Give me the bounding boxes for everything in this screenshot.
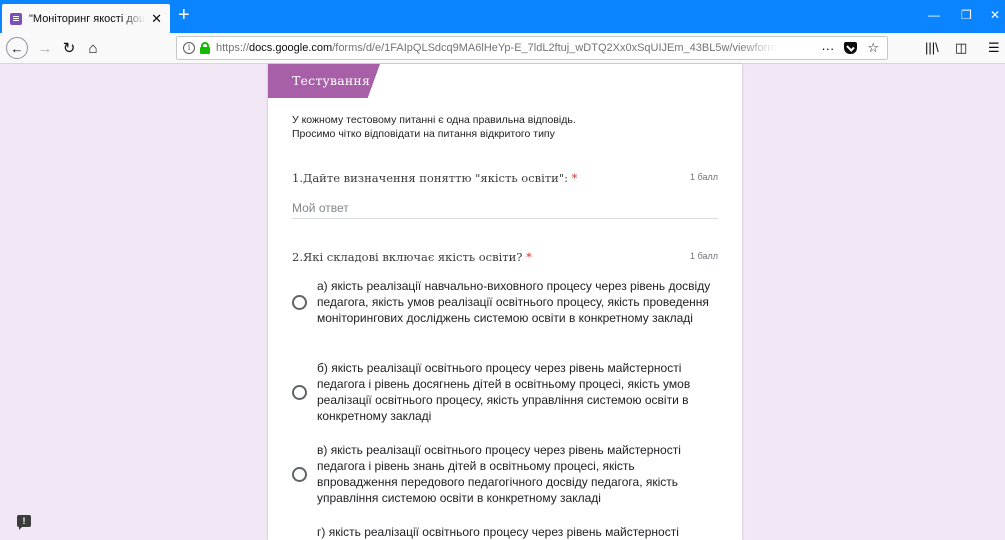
question-2-points: 1 балл bbox=[690, 251, 718, 261]
option-label: г) якість реалізації освітнього процесу … bbox=[317, 525, 679, 539]
url-path: /forms/d/e/1FAIpQLSdcq9MA6lHeYp-E_7ldL2f… bbox=[332, 42, 778, 54]
option-label: а) якість реалізації навчально-виховного… bbox=[317, 279, 711, 325]
description-line: Просимо чітко відповідати на питання від… bbox=[292, 128, 555, 140]
option-label: в) якість реалізації освітнього процесу … bbox=[317, 443, 681, 505]
home-button[interactable]: ⌂ bbox=[84, 37, 102, 59]
radio-button[interactable] bbox=[292, 466, 307, 482]
arrow-right-icon: → bbox=[37, 39, 53, 57]
option-label: б) якість реалізації освітнього процесу … bbox=[317, 361, 691, 423]
info-icon[interactable]: i bbox=[183, 42, 195, 54]
reload-icon: ↻ bbox=[62, 40, 76, 57]
question-2-title: 2.Які складові включає якість освіти? * bbox=[292, 250, 532, 264]
radio-button[interactable] bbox=[292, 384, 307, 400]
question-2-option-a[interactable]: а) якість реалізації навчально-виховного… bbox=[292, 278, 712, 326]
arrow-left-icon: ← bbox=[10, 40, 24, 56]
browser-tab-bar: "Моніторинг якості дошкільн ✕ + — ❐ ✕ bbox=[0, 0, 1005, 33]
question-2-option-b[interactable]: б) якість реалізації освітнього процесу … bbox=[292, 360, 712, 424]
question-1-answer-input[interactable] bbox=[292, 197, 718, 219]
form-card: Тестування У кожному тестовому питанні є… bbox=[268, 64, 742, 540]
feedback-icon[interactable]: ! bbox=[17, 515, 31, 530]
page-actions-menu-icon[interactable]: ··· bbox=[821, 41, 834, 56]
url-text[interactable]: https://docs.google.com/forms/d/e/1FAIpQ… bbox=[216, 42, 778, 54]
required-mark: * bbox=[526, 250, 532, 264]
forward-button[interactable]: → bbox=[36, 37, 54, 59]
window-restore-button[interactable]: ❐ bbox=[961, 8, 972, 22]
google-forms-favicon-icon bbox=[10, 12, 22, 25]
radio-button[interactable] bbox=[292, 294, 307, 310]
question-1-title: 1.Дайте визначення поняттю "якість освіт… bbox=[292, 171, 577, 185]
question-2-option-d[interactable]: г) якість реалізації освітнього процесу … bbox=[292, 524, 712, 540]
new-tab-button[interactable]: + bbox=[178, 5, 190, 25]
pocket-icon[interactable] bbox=[844, 42, 858, 54]
hamburger-menu-icon[interactable]: ☰ bbox=[988, 41, 1000, 55]
tab-close-icon[interactable]: ✕ bbox=[151, 12, 162, 25]
window-minimize-button[interactable]: — bbox=[928, 8, 940, 22]
url-scheme: https:// bbox=[216, 42, 250, 54]
browser-tab-active[interactable]: "Моніторинг якості дошкільн ✕ bbox=[2, 4, 170, 33]
sidebar-icon[interactable]: ◫ bbox=[955, 41, 967, 55]
home-icon: ⌂ bbox=[88, 39, 98, 57]
required-mark: * bbox=[571, 171, 578, 185]
description-line: У кожному тестовому питанні є одна прави… bbox=[292, 114, 576, 126]
back-button[interactable]: ← bbox=[6, 37, 28, 59]
tab-title: "Моніторинг якості дошкільн bbox=[29, 12, 146, 25]
browser-nav-bar: ← → ↻ ⌂ i https://docs.google.com/forms/… bbox=[0, 33, 1005, 64]
url-domain: docs.google.com bbox=[249, 42, 333, 54]
question-2-option-c[interactable]: в) якість реалізації освітнього процесу … bbox=[292, 442, 712, 506]
url-bar[interactable]: i https://docs.google.com/forms/d/e/1FAI… bbox=[176, 36, 888, 60]
question-1-points: 1 балл bbox=[690, 172, 718, 182]
question-2-text: 2.Які складові включає якість освіти? bbox=[292, 250, 523, 264]
bookmark-star-icon[interactable]: ☆ bbox=[867, 40, 879, 56]
url-actions: ··· ☆ bbox=[821, 40, 879, 56]
lock-icon[interactable] bbox=[200, 42, 210, 54]
question-1-text: 1.Дайте визначення поняттю "якість освіт… bbox=[292, 171, 568, 185]
window-close-button[interactable]: ✕ bbox=[990, 8, 1000, 22]
reload-button[interactable]: ↻ bbox=[60, 37, 78, 59]
section-description: У кожному тестовому питанні є одна прави… bbox=[292, 113, 576, 141]
section-title: Тестування bbox=[292, 73, 371, 88]
library-icon[interactable]: |||\ bbox=[925, 41, 939, 55]
